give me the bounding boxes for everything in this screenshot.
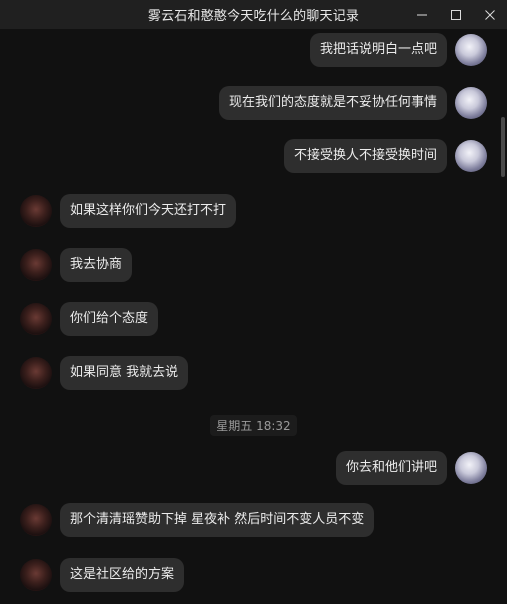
close-button[interactable] [473,0,507,29]
message-bubble[interactable]: 你去和他们讲吧 [335,451,447,485]
message-item: 这是社区给的方案 [20,558,185,592]
message-bubble[interactable]: 不接受换人不接受换时间 [283,139,447,173]
minimize-button[interactable] [405,0,439,29]
avatar[interactable] [20,559,52,591]
minimize-icon [417,14,427,15]
avatar[interactable] [455,452,487,484]
window-title: 雾云石和憨憨今天吃什么的聊天记录 [147,9,360,24]
message-bubble[interactable]: 这是社区给的方案 [60,558,185,592]
message-item: 不接受换人不接受换时间 [283,139,487,173]
message-bubble[interactable]: 如果同意 我就去说 [60,356,189,390]
message-bubble[interactable]: 那个清清瑶赞助下掉 星夜补 然后时间不变人员不变 [60,503,375,537]
message-item: 你去和他们讲吧 [335,451,487,485]
avatar[interactable] [455,140,487,172]
message-item: 我把话说明白一点吧 [309,33,487,67]
maximize-button[interactable] [439,0,473,29]
avatar[interactable] [20,195,52,227]
avatar[interactable] [455,87,487,119]
message-item: 你们给个态度 [20,302,159,336]
avatar[interactable] [20,303,52,335]
avatar[interactable] [20,357,52,389]
message-bubble[interactable]: 我去协商 [60,248,133,282]
timestamp-divider: 星期五 18:32 [0,415,507,436]
window-controls [405,0,507,29]
message-item: 那个清清瑶赞助下掉 星夜补 然后时间不变人员不变 [20,503,375,537]
message-item: 如果这样你们今天还打不打 [20,194,237,228]
message-item: 如果同意 我就去说 [20,356,189,390]
message-item: 现在我们的态度就是不妥协任何事情 [218,86,487,120]
message-bubble[interactable]: 现在我们的态度就是不妥协任何事情 [218,86,447,120]
title-bar: 雾云石和憨憨今天吃什么的聊天记录 [0,0,507,29]
message-bubble[interactable]: 如果这样你们今天还打不打 [60,194,237,228]
chat-history-window: 雾云石和憨憨今天吃什么的聊天记录 我把话说明白一点吧 现在我们的态度就是不妥协任… [0,0,507,604]
scrollbar-thumb[interactable] [501,117,505,177]
message-list[interactable]: 我把话说明白一点吧 现在我们的态度就是不妥协任何事情 不接受换人不接受换时间 如… [0,29,507,604]
message-bubble[interactable]: 我把话说明白一点吧 [309,33,447,67]
maximize-icon [451,9,461,20]
avatar[interactable] [20,504,52,536]
avatar[interactable] [20,249,52,281]
message-item: 我去协商 [20,248,133,282]
message-bubble[interactable]: 你们给个态度 [60,302,159,336]
timestamp: 星期五 18:32 [210,415,297,436]
avatar[interactable] [455,34,487,66]
close-icon [485,9,495,20]
